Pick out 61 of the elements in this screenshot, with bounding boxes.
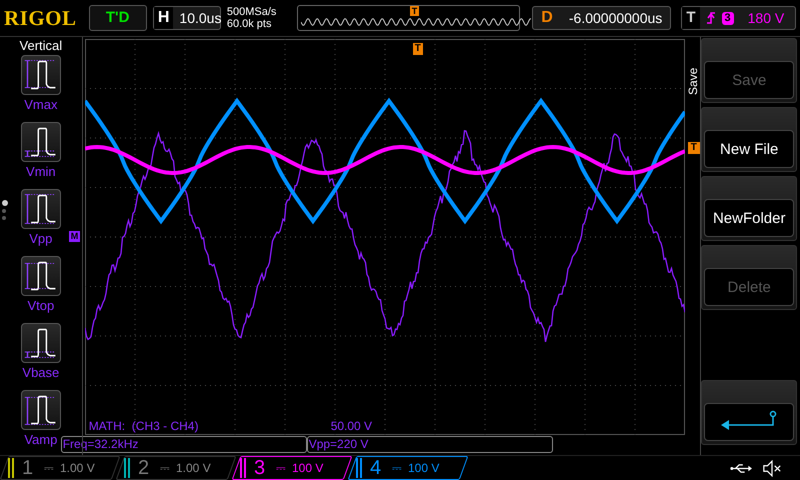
math-scale: 50.00 V bbox=[330, 419, 372, 433]
trigger-label: T bbox=[682, 7, 700, 29]
channel-scale: 1.00 V bbox=[176, 461, 211, 475]
channel-number: 3 bbox=[254, 457, 266, 479]
usb-icon bbox=[730, 462, 752, 474]
measure-label: Vmin bbox=[26, 164, 56, 179]
delay-label: D bbox=[540, 9, 554, 27]
measure-label: Vbase bbox=[22, 365, 60, 380]
horizontal-label: H bbox=[154, 7, 174, 29]
measure-label: Vamp bbox=[24, 432, 58, 447]
measure-label: Vtop bbox=[27, 298, 54, 313]
page-dot[interactable] bbox=[2, 200, 8, 206]
math-offset-marker[interactable]: M bbox=[68, 231, 80, 242]
trigger-panel[interactable]: T 3 180 V bbox=[681, 6, 796, 30]
measure-button[interactable] bbox=[20, 189, 61, 229]
trigger-level-marker[interactable]: T bbox=[688, 142, 700, 154]
channel-tab[interactable]: 4 ⎓ 100 V bbox=[348, 456, 468, 480]
delay-value: -6.00000000us bbox=[568, 10, 664, 26]
brand-logo: RIGOL bbox=[4, 6, 77, 30]
math-label: MATH: (CH3 - CH4) bbox=[88, 419, 198, 433]
timebase-panel[interactable]: H 10.0us bbox=[152, 6, 221, 30]
measure-button[interactable] bbox=[20, 390, 61, 430]
channel-tab[interactable]: 3 ⎓ 100 V bbox=[232, 456, 352, 480]
timebase-value: 10.0us bbox=[178, 10, 222, 26]
channel-number: 4 bbox=[370, 457, 382, 479]
coupling-symbol: ⎓ bbox=[392, 461, 402, 475]
measurement-readout: Vpp=220 V bbox=[306, 436, 553, 453]
channel-number: 1 bbox=[22, 457, 34, 479]
trigger-level: 180 V bbox=[748, 10, 784, 26]
speaker-muted-icon bbox=[762, 460, 782, 476]
measure-button[interactable] bbox=[20, 122, 61, 162]
delay-panel[interactable]: D -6.00000000us bbox=[532, 6, 672, 30]
channel-number: 2 bbox=[138, 457, 150, 479]
page-dot[interactable] bbox=[2, 216, 6, 220]
menu-title: Save bbox=[686, 66, 700, 97]
menu-title: Vertical bbox=[20, 38, 62, 53]
measure-button[interactable] bbox=[20, 323, 61, 363]
channel-tab[interactable]: 1 ⎓ 1.00 V bbox=[0, 456, 120, 480]
measure-label: Vmax bbox=[24, 97, 58, 112]
back-button[interactable] bbox=[704, 403, 794, 441]
measure-label: Vpp bbox=[29, 231, 52, 246]
trigger-source: 3 bbox=[722, 12, 734, 24]
run-status: T'D bbox=[88, 5, 147, 31]
measurement-readout: Freq=32.2kHz bbox=[60, 436, 307, 453]
sample-rate: 500MSa/s bbox=[226, 6, 278, 18]
rising-edge-icon bbox=[706, 11, 716, 25]
coupling-symbol: ⎓ bbox=[276, 461, 286, 475]
coupling-symbol: ⎓ bbox=[44, 461, 54, 475]
measure-button[interactable] bbox=[20, 55, 61, 95]
channel-tab[interactable]: 2 ⎓ 1.00 V bbox=[116, 456, 236, 480]
softkey-button[interactable]: New File bbox=[704, 130, 794, 168]
coupling-symbol: ⎓ bbox=[160, 461, 170, 475]
measure-button[interactable] bbox=[20, 256, 61, 296]
softkey-button[interactable]: NewFolder bbox=[704, 199, 794, 237]
page-dot[interactable] bbox=[2, 209, 6, 213]
memory-depth: 60.0k pts bbox=[226, 18, 272, 30]
trigger-marker: T bbox=[410, 6, 420, 16]
trigger-position-marker[interactable]: T bbox=[412, 43, 423, 55]
channel-scale: 100 V bbox=[292, 461, 324, 475]
channel-scale: 100 V bbox=[408, 461, 440, 475]
channel-scale: 1.00 V bbox=[60, 461, 95, 475]
